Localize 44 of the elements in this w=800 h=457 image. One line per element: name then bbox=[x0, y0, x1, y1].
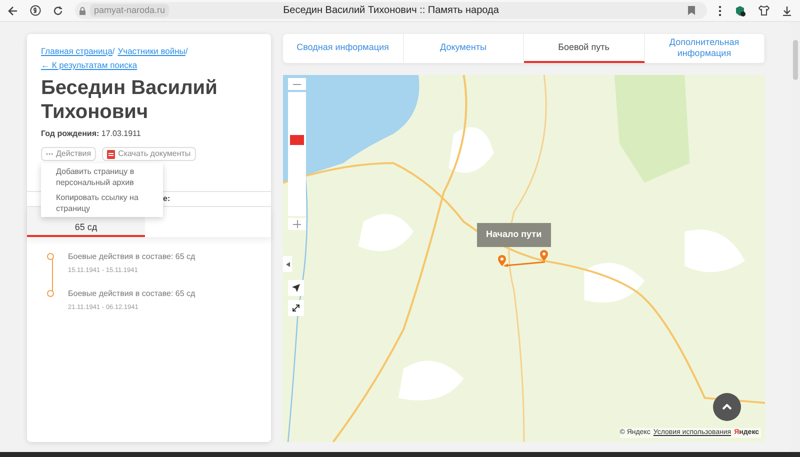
birth-date: Год рождения: 17.03.1911 bbox=[40, 128, 142, 140]
lock-icon bbox=[79, 6, 86, 14]
reload-icon[interactable] bbox=[53, 6, 63, 16]
map-pin-icon[interactable] bbox=[540, 250, 548, 261]
page-title: Беседин Василий Тихонович :: Память народа bbox=[283, 4, 499, 18]
zoom-out-button[interactable] bbox=[288, 78, 306, 90]
breadcrumb-link[interactable]: Участники войны bbox=[118, 44, 186, 58]
address-bar[interactable]: pamyat-naroda.ru Беседин Василий Тихонович :: Память народа bbox=[75, 2, 707, 19]
zoom-in-button[interactable] bbox=[288, 218, 306, 230]
caret-icon bbox=[286, 262, 290, 266]
back-icon[interactable] bbox=[8, 6, 18, 16]
timeline-title: Боевые действия в составе: 65 сд bbox=[68, 288, 196, 300]
tab[interactable]: Документы bbox=[404, 34, 524, 63]
actions-button[interactable]: Действия bbox=[41, 147, 96, 161]
breadcrumb-separator: / bbox=[112, 45, 115, 58]
route-arrow bbox=[503, 261, 545, 267]
collapse-button[interactable] bbox=[283, 256, 292, 272]
breadcrumb-separator: / bbox=[185, 45, 188, 58]
download-icon[interactable] bbox=[782, 6, 792, 16]
download-button[interactable]: Скачать документы bbox=[102, 147, 196, 161]
map-pin-icon[interactable] bbox=[498, 255, 506, 266]
breadcrumb-link[interactable]: Главная страница bbox=[41, 44, 112, 58]
fullscreen-button[interactable] bbox=[288, 300, 304, 316]
url-text: pamyat-naroda.ru bbox=[90, 4, 170, 18]
timeline-title: Боевые действия в составе: 65 сд bbox=[68, 251, 196, 263]
bookmark-icon[interactable] bbox=[688, 6, 695, 15]
location-button[interactable] bbox=[288, 280, 304, 296]
navigation-icon bbox=[292, 284, 300, 292]
person-name: Беседин Василий Тихонович bbox=[40, 76, 218, 124]
chevron-up-icon bbox=[722, 404, 732, 410]
menu-item[interactable]: Добавить страницу в персональный архив bbox=[41, 164, 163, 190]
back-link[interactable]: ← К результатам поиска bbox=[41, 60, 138, 70]
zoom-slider-thumb[interactable] bbox=[290, 134, 304, 145]
shirt-icon[interactable] bbox=[758, 5, 770, 16]
tab[interactable]: Сводная информация bbox=[283, 34, 404, 63]
extension-icon[interactable] bbox=[734, 4, 746, 16]
expand-icon bbox=[292, 304, 300, 312]
tab[interactable]: Боевой путь bbox=[524, 34, 644, 63]
tab[interactable]: Дополнительная информация bbox=[644, 34, 765, 63]
zoom-slider[interactable] bbox=[288, 92, 306, 216]
section-heading: е: bbox=[163, 193, 170, 205]
document-icon bbox=[107, 150, 116, 158]
map-callout: Начало пути bbox=[477, 223, 551, 246]
menu-icon[interactable] bbox=[719, 6, 722, 16]
